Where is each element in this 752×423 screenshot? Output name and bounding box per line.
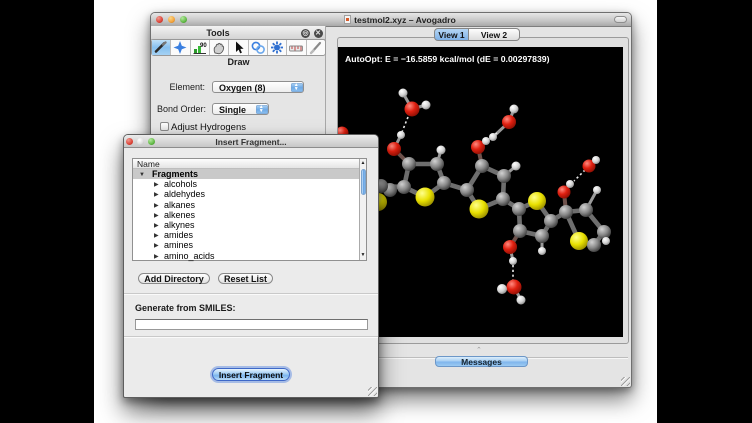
svg-text:90: 90 — [200, 43, 207, 49]
svg-text:AutoOpt: E = −16.5859 kcal/mol: AutoOpt: E = −16.5859 kcal/mol (dE = 0.0… — [345, 54, 550, 64]
